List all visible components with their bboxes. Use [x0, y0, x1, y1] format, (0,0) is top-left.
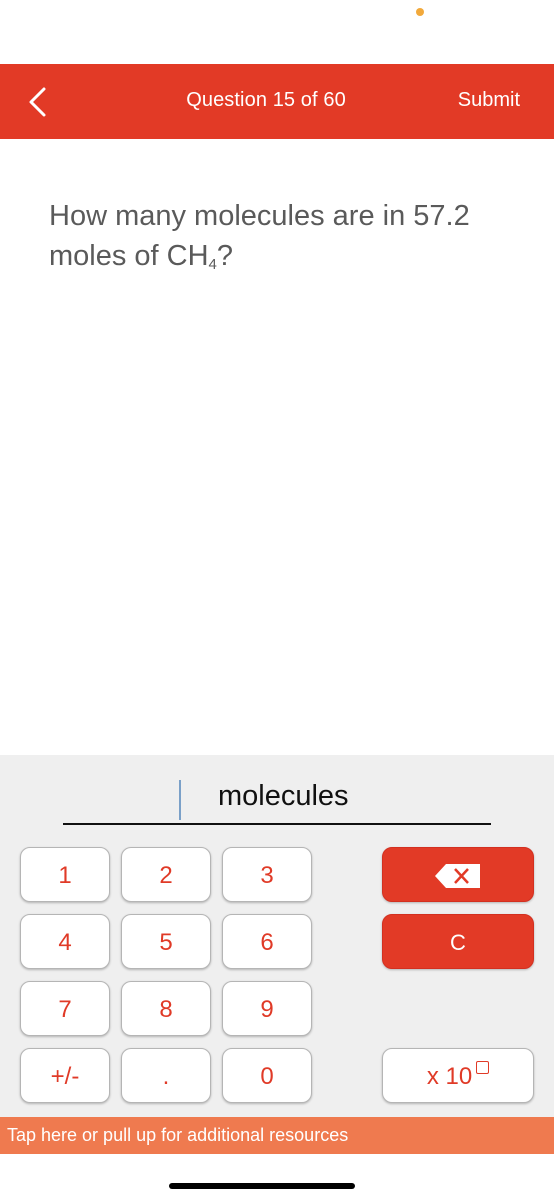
- key-2[interactable]: 2: [121, 847, 211, 902]
- exponent-label: x 10: [426, 1063, 473, 1090]
- question-counter-text: Question 15 of 60: [186, 89, 346, 111]
- question-text-end: ?: [216, 240, 234, 272]
- key-5[interactable]: 5: [121, 914, 211, 969]
- key-6[interactable]: 6: [222, 914, 312, 969]
- exponent-box-icon: [476, 1061, 490, 1074]
- home-indicator: [169, 1183, 355, 1189]
- backspace-icon: [435, 864, 480, 888]
- key-3[interactable]: 3: [222, 847, 312, 902]
- question-subscript: 4: [208, 256, 217, 273]
- additional-resources-bar[interactable]: Tap here or pull up for additional resou…: [0, 1117, 554, 1154]
- key-8[interactable]: 8: [121, 981, 211, 1036]
- key-9[interactable]: 9: [222, 981, 312, 1036]
- key-1[interactable]: 1: [20, 847, 110, 902]
- answer-input[interactable]: molecules: [63, 775, 491, 825]
- status-indicator-dot: [416, 8, 424, 16]
- key-0[interactable]: 0: [222, 1048, 312, 1103]
- clear-button[interactable]: C: [382, 914, 534, 969]
- submit-button[interactable]: Submit: [458, 89, 520, 112]
- exponent-button[interactable]: x 10: [382, 1048, 534, 1103]
- text-cursor: [179, 780, 181, 820]
- answer-panel: molecules 1 2 3 4 5 6 7 8 9 +/- . 0 C x …: [0, 755, 554, 1117]
- key-plus-minus[interactable]: +/-: [20, 1048, 110, 1103]
- answer-unit-label: molecules: [218, 780, 349, 812]
- question-text-main: How many molecules are in 57.2 moles of …: [49, 200, 470, 272]
- question-text: How many molecules are in 57.2 moles of …: [49, 196, 519, 276]
- key-4[interactable]: 4: [20, 914, 110, 969]
- top-navigation-bar: Question 15 of 60 Submit: [0, 64, 554, 139]
- backspace-button[interactable]: [382, 847, 534, 902]
- key-decimal[interactable]: .: [121, 1048, 211, 1103]
- key-7[interactable]: 7: [20, 981, 110, 1036]
